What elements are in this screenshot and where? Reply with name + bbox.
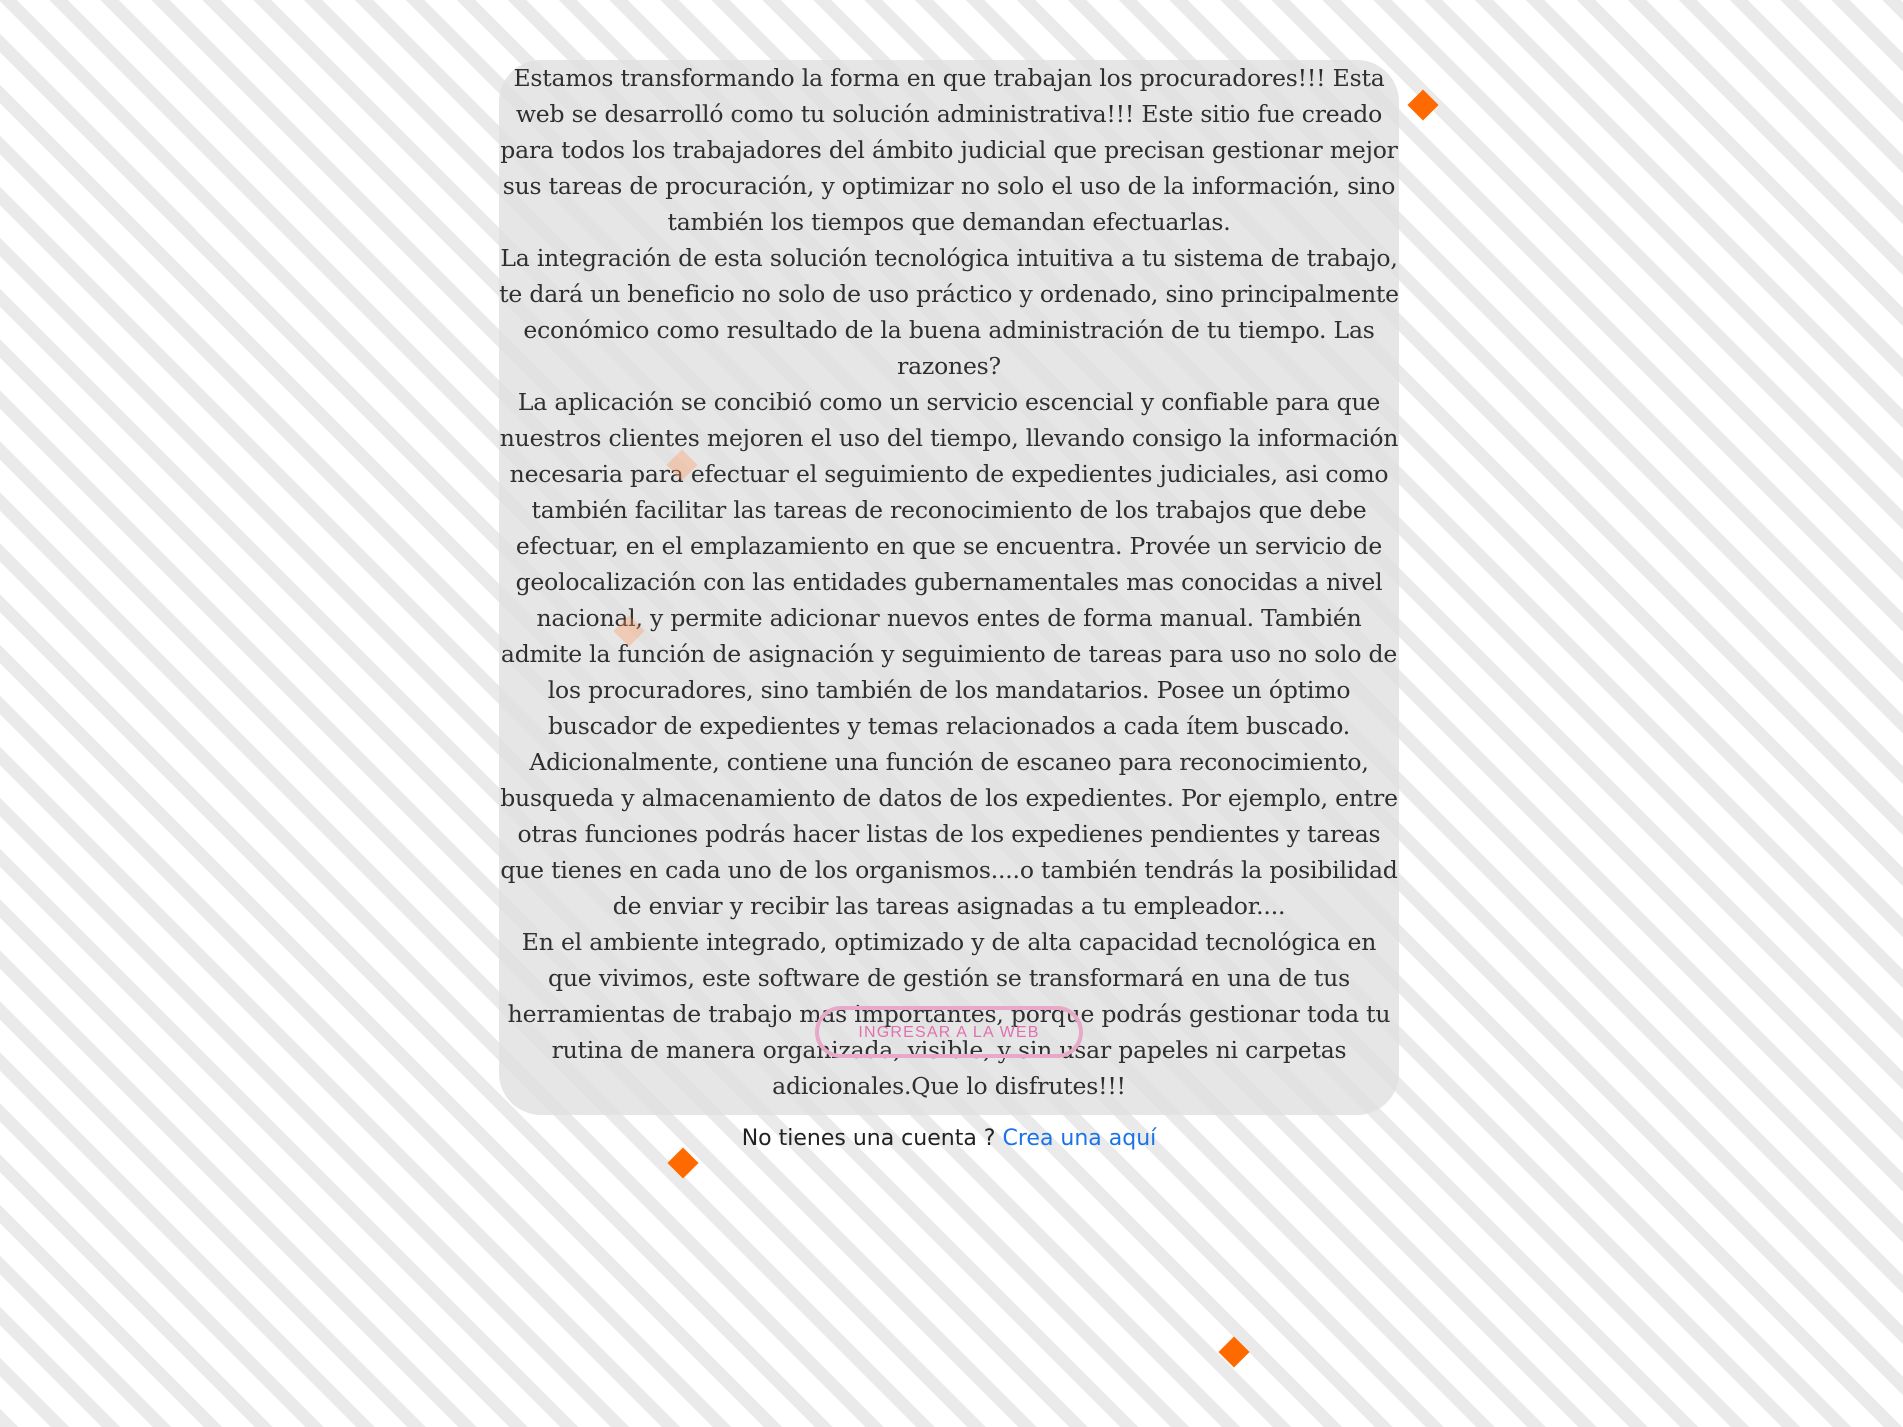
- intro-paragraph: Estamos transformando la forma en que tr…: [500, 64, 1398, 236]
- intro-paragraph: La aplicación se concibió como un servic…: [499, 388, 1399, 920]
- orange-accent-tile: [1218, 1336, 1250, 1368]
- signup-link[interactable]: Crea una aquí: [1002, 1126, 1156, 1151]
- intro-text: Estamos transformando la forma en que tr…: [499, 60, 1399, 1104]
- signup-row: No tienes una cuenta ? Crea una aquí: [499, 1126, 1399, 1151]
- orange-accent-tile: [667, 1147, 699, 1179]
- intro-paragraph: La integración de esta solución tecnológ…: [499, 244, 1399, 380]
- login-button[interactable]: INGRESAR A LA WEB: [815, 1006, 1083, 1058]
- orange-accent-tile: [1407, 89, 1439, 121]
- signup-prompt: No tienes una cuenta ?: [741, 1126, 1003, 1151]
- intro-card: Estamos transformando la forma en que tr…: [499, 60, 1399, 1151]
- cta-row: INGRESAR A LA WEB: [499, 1006, 1399, 1058]
